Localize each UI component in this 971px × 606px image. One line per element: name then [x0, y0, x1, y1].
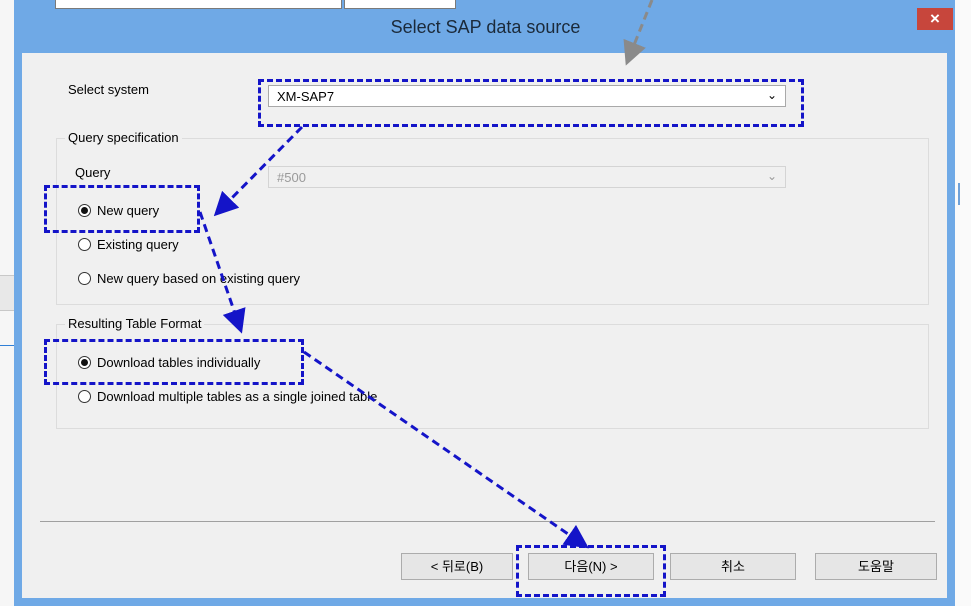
annotation-arrows [198, 0, 654, 549]
annotation-arrow-into-system [623, 0, 654, 66]
annotation-arrow-format-to-next [303, 350, 589, 549]
annotation-arrow-query-to-format [198, 211, 246, 334]
annotation-arrow-system-to-query [213, 125, 304, 217]
